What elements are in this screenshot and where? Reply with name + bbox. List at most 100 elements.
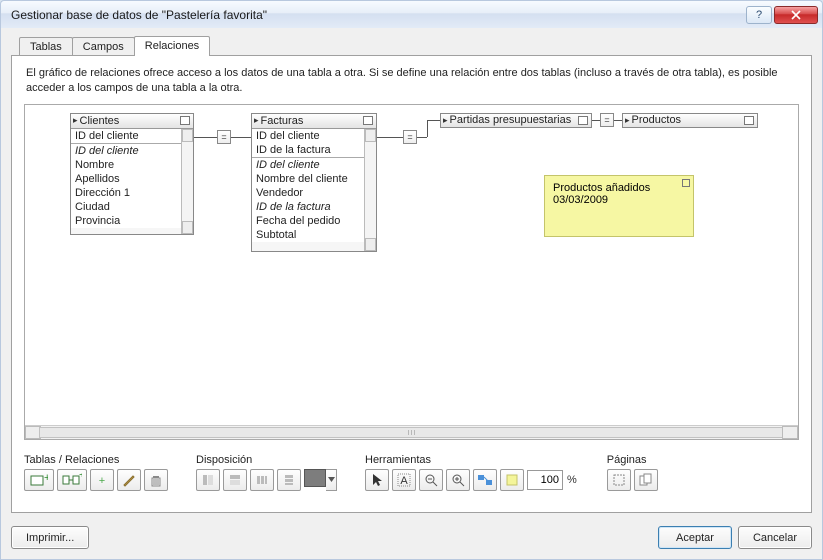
table-clientes[interactable]: ▸ Clientes ID del cliente ID del cliente… [70, 113, 194, 235]
tab-tablas[interactable]: Tablas [19, 37, 73, 56]
group-label: Herramientas [365, 454, 579, 466]
table-key-section: ID del cliente [71, 129, 193, 144]
svg-text:?: ? [756, 10, 762, 20]
table-title: Facturas [261, 115, 363, 127]
distribute-h-button[interactable] [250, 469, 274, 491]
key-field[interactable]: ID de la factura [252, 143, 376, 157]
add-table-button[interactable]: + [24, 469, 54, 491]
print-button[interactable]: Imprimir... [11, 526, 89, 549]
zoom-in-button[interactable] [446, 469, 470, 491]
collapse-icon[interactable] [180, 116, 190, 125]
group-tablas: Tablas / Relaciones + + + [24, 454, 168, 491]
table-productos[interactable]: ▸ Productos [622, 113, 758, 128]
field[interactable]: Provincia [71, 214, 193, 228]
expand-icon[interactable] [578, 116, 588, 125]
page-breaks-button[interactable] [607, 469, 631, 491]
field[interactable]: Vendedor [252, 186, 376, 200]
edit-button[interactable] [117, 469, 141, 491]
multipage-button[interactable] [634, 469, 658, 491]
relation-line [614, 120, 622, 121]
table-title: Productos [632, 114, 740, 126]
relation-line [427, 120, 440, 121]
tab-campos[interactable]: Campos [72, 37, 135, 56]
key-field[interactable]: ID del cliente [252, 129, 376, 143]
relation-line [427, 120, 428, 137]
field[interactable]: ID del cliente [71, 144, 193, 158]
tab-relaciones[interactable]: Relaciones [134, 36, 210, 56]
table-header[interactable]: ▸ Facturas [252, 114, 376, 129]
svg-text:A: A [400, 475, 408, 487]
arrow-icon: ▸ [254, 115, 259, 126]
field[interactable]: ID de la factura [252, 200, 376, 214]
align-left-button[interactable] [196, 469, 220, 491]
relation-line [592, 120, 600, 121]
delete-button[interactable] [144, 469, 168, 491]
group-paginas: Páginas [607, 454, 658, 491]
bottom-row: Imprimir... Aceptar Cancelar [11, 526, 812, 549]
align-top-button[interactable] [223, 469, 247, 491]
scrollbar[interactable] [364, 129, 376, 251]
help-button[interactable]: ? [746, 6, 772, 24]
scrollbar[interactable] [181, 129, 193, 234]
zoom-out-button[interactable] [419, 469, 443, 491]
relations-canvas-wrap: ▸ Clientes ID del cliente ID del cliente… [24, 104, 799, 440]
relation-line [194, 137, 217, 138]
expand-icon[interactable] [744, 116, 754, 125]
tab-content: El gráfico de relaciones ofrece acceso a… [11, 55, 812, 513]
horizontal-scrollbar[interactable] [25, 425, 798, 439]
relation-operator[interactable]: = [600, 113, 614, 127]
collapse-icon[interactable] [363, 116, 373, 125]
note-tool-button[interactable] [500, 469, 524, 491]
info-text: El gráfico de relaciones ofrece acceso a… [12, 56, 811, 104]
color-picker[interactable] [304, 469, 337, 491]
note-close-icon[interactable] [682, 179, 690, 187]
close-button[interactable] [774, 6, 818, 24]
sticky-note[interactable]: Productos añadidos 03/03/2009 [544, 175, 694, 237]
table-partidas[interactable]: ▸ Partidas presupuestarias [440, 113, 592, 128]
relation-operator[interactable]: = [217, 130, 231, 144]
distribute-v-button[interactable] [277, 469, 301, 491]
cancel-button[interactable]: Cancelar [738, 526, 812, 549]
group-disposicion: Disposición [196, 454, 337, 491]
add-relation-button[interactable]: + [57, 469, 87, 491]
field[interactable]: Nombre [71, 158, 193, 172]
arrow-icon: ▸ [73, 115, 78, 126]
field[interactable]: Apellidos [71, 172, 193, 186]
titlebar[interactable]: Gestionar base de datos de "Pastelería f… [0, 0, 823, 28]
relation-line [417, 137, 427, 138]
pointer-tool-button[interactable] [365, 469, 389, 491]
window-title: Gestionar base de datos de "Pastelería f… [11, 8, 746, 22]
group-label: Tablas / Relaciones [24, 454, 168, 466]
svg-text:+: + [99, 475, 105, 487]
key-field[interactable]: ID del cliente [71, 129, 193, 143]
relation-line [231, 137, 251, 138]
group-label: Disposición [196, 454, 337, 466]
relation-operator[interactable]: = [403, 130, 417, 144]
note-date: 03/03/2009 [553, 194, 685, 206]
ok-button[interactable]: Aceptar [658, 526, 732, 549]
table-title: Partidas presupuestarias [450, 114, 574, 126]
tabs-row: Tablas Campos Relaciones [19, 34, 812, 56]
field[interactable]: ID del cliente [252, 158, 376, 172]
duplicate-button[interactable]: + [90, 469, 114, 491]
text-tool-button[interactable]: A [392, 469, 416, 491]
table-body: ID del cliente Nombre Apellidos Direcció… [71, 144, 193, 228]
relations-canvas[interactable]: ▸ Clientes ID del cliente ID del cliente… [25, 105, 798, 425]
group-herramientas: Herramientas A % [365, 454, 579, 491]
window-body: Tablas Campos Relaciones El gráfico de r… [0, 28, 823, 560]
field[interactable]: Fecha del pedido [252, 214, 376, 228]
select-related-button[interactable] [473, 469, 497, 491]
svg-text:+: + [44, 473, 48, 484]
arrow-icon: ▸ [443, 115, 448, 126]
table-body: ID del cliente Nombre del cliente Vended… [252, 158, 376, 242]
table-key-section: ID del cliente ID de la factura [252, 129, 376, 158]
field[interactable]: Ciudad [71, 200, 193, 214]
zoom-input[interactable] [527, 470, 563, 490]
arrow-icon: ▸ [625, 115, 630, 126]
field[interactable]: Subtotal [252, 228, 376, 242]
field[interactable]: Dirección 1 [71, 186, 193, 200]
table-facturas[interactable]: ▸ Facturas ID del cliente ID de la factu… [251, 113, 377, 252]
table-header[interactable]: ▸ Clientes [71, 114, 193, 129]
field[interactable]: Nombre del cliente [252, 172, 376, 186]
toolbars: Tablas / Relaciones + + + Disposición [12, 446, 811, 491]
